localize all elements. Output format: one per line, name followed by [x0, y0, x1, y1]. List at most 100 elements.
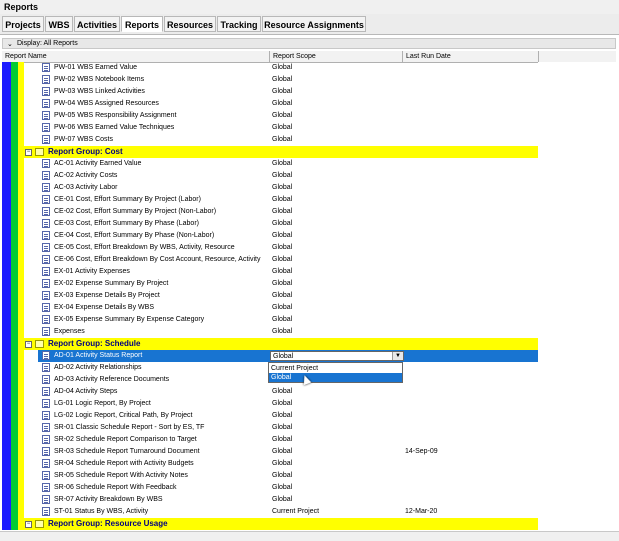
last-run-date: 14-Sep-09: [405, 448, 438, 455]
report-row[interactable]: AC-01 Activity Earned Value Global: [2, 158, 616, 170]
report-row[interactable]: SR-06 Schedule Report With Feedback Globa…: [2, 482, 616, 494]
collapse-toggle-icon[interactable]: −: [25, 341, 32, 348]
report-row[interactable]: ST-01 Status By WBS, Activity Current Pro…: [2, 506, 616, 518]
hierarchy-stripes: [2, 350, 38, 362]
report-row[interactable]: CE-03 Cost, Effort Summary By Phase (Lab…: [2, 218, 616, 230]
report-scope: Current Project: [272, 508, 320, 515]
report-icon: [42, 183, 50, 192]
tab-tracking[interactable]: Tracking: [217, 16, 261, 32]
dropdown-arrow-icon[interactable]: ▼: [392, 352, 403, 360]
report-group-name: Report Group: Cost: [48, 147, 123, 156]
report-icon: [42, 435, 50, 444]
hierarchy-stripes: [2, 98, 38, 110]
report-row[interactable]: SR-02 Schedule Report Comparison to Targ…: [2, 434, 616, 446]
window-title: Reports: [4, 2, 39, 12]
report-group-row[interactable]: − Report Group: Resource Usage: [2, 518, 616, 530]
dropdown-option-current-project[interactable]: Current Project: [269, 364, 402, 373]
stripe: [11, 254, 18, 266]
tab-projects[interactable]: Projects: [2, 16, 44, 32]
report-row[interactable]: SR-05 Schedule Report With Activity Note…: [2, 470, 616, 482]
stripe: [11, 134, 18, 146]
report-row[interactable]: PW-03 WBS Linked Activities Global: [2, 86, 616, 98]
report-scope: Global: [272, 88, 293, 95]
stripe: [11, 470, 18, 482]
report-row[interactable]: PW-07 WBS Costs Global: [2, 134, 616, 146]
report-row[interactable]: CE-06 Cost, Effort Breakdown By Cost Acc…: [2, 254, 616, 266]
report-row[interactable]: SR-04 Schedule Report with Activity Budg…: [2, 458, 616, 470]
collapse-toggle-icon[interactable]: −: [25, 149, 32, 156]
report-row[interactable]: CE-01 Cost, Effort Summary By Project (L…: [2, 194, 616, 206]
report-row[interactable]: AD-04 Activity Steps Global: [2, 386, 616, 398]
column-header-last-run-date[interactable]: Last Run Date: [403, 51, 539, 62]
report-row[interactable]: AD-01 Activity Status Report Global ▼: [2, 350, 616, 362]
report-icon: [42, 375, 50, 384]
report-row[interactable]: EX-01 Activity Expenses Global: [2, 266, 616, 278]
report-row[interactable]: PW-05 WBS Responsibility Assignment Globa…: [2, 110, 616, 122]
report-icon: [42, 243, 50, 252]
column-header-report-name[interactable]: Report Name: [2, 51, 270, 62]
report-row[interactable]: PW-04 WBS Assigned Resources Global: [2, 98, 616, 110]
report-group-icon: [35, 520, 44, 528]
chevron-down-icon[interactable]: ⌄: [7, 40, 13, 48]
stripe: [11, 422, 18, 434]
report-row[interactable]: PW-01 WBS Earned Value Global: [2, 62, 616, 74]
dropdown-option-global[interactable]: Global: [269, 373, 402, 382]
report-row[interactable]: EX-04 Expense Details By WBS Global: [2, 302, 616, 314]
report-row[interactable]: CE-02 Cost, Effort Summary By Project (N…: [2, 206, 616, 218]
stripe: [11, 182, 18, 194]
tab-activities[interactable]: Activities: [74, 16, 120, 32]
tab-resources[interactable]: Resources: [164, 16, 216, 32]
report-row[interactable]: PW-06 WBS Earned Value Techniques Global: [2, 122, 616, 134]
stripe: [18, 434, 24, 446]
hierarchy-stripes: [2, 230, 38, 242]
report-row[interactable]: EX-02 Expense Summary By Project Global: [2, 278, 616, 290]
report-name: EX-02 Expense Summary By Project: [54, 280, 169, 287]
stripe: [11, 242, 18, 254]
scope-dropdown-list[interactable]: Current Project Global: [268, 362, 403, 383]
report-row[interactable]: CE-04 Cost, Effort Summary By Phase (Non…: [2, 230, 616, 242]
report-scope: Global: [272, 280, 293, 287]
report-row[interactable]: Expenses Global: [2, 326, 616, 338]
report-row[interactable]: CE-05 Cost, Effort Breakdown By WBS, Act…: [2, 242, 616, 254]
tab-reports[interactable]: Reports: [121, 16, 163, 32]
report-row[interactable]: EX-05 Expense Summary By Expense Categor…: [2, 314, 616, 326]
report-scope: Global: [272, 328, 293, 335]
report-icon: [42, 255, 50, 264]
stripe: [2, 470, 11, 482]
report-group-row[interactable]: − Report Group: Schedule: [2, 338, 616, 350]
hierarchy-stripes: [2, 314, 38, 326]
stripe: [11, 266, 18, 278]
collapse-toggle-icon[interactable]: −: [25, 521, 32, 528]
report-icon: [42, 423, 50, 432]
report-name: SR-06 Schedule Report With Feedback: [54, 484, 177, 491]
report-scope: Global: [272, 244, 293, 251]
report-row[interactable]: EX-03 Expense Details By Project Global: [2, 290, 616, 302]
report-scope: Global: [272, 496, 293, 503]
stripe: [2, 158, 11, 170]
tab-wbs[interactable]: WBS: [45, 16, 73, 32]
report-name: SR-02 Schedule Report Comparison to Targ…: [54, 436, 197, 443]
hierarchy-stripes: [2, 482, 38, 494]
report-row[interactable]: AC-03 Activity Labor Global: [2, 182, 616, 194]
report-group-row[interactable]: − Report Group: Cost: [2, 146, 616, 158]
stripe: [18, 422, 24, 434]
stripe: [11, 158, 18, 170]
stripe: [18, 314, 24, 326]
report-row[interactable]: LG-01 Logic Report, By Project Global: [2, 398, 616, 410]
tab-resource-assignments[interactable]: Resource Assignments: [262, 16, 366, 32]
report-row[interactable]: AC-02 Activity Costs Global: [2, 170, 616, 182]
report-scope-select[interactable]: Global ▼: [270, 351, 404, 361]
hierarchy-stripes: [2, 290, 38, 302]
column-header-report-scope[interactable]: Report Scope: [270, 51, 403, 62]
display-filter-label: Display: All Reports: [17, 40, 78, 47]
stripe: [18, 194, 24, 206]
report-row[interactable]: LG-02 Logic Report, Critical Path, By Pr…: [2, 410, 616, 422]
display-filter-bar[interactable]: ⌄ Display: All Reports: [2, 38, 616, 49]
stripe: [11, 350, 18, 362]
report-row[interactable]: SR-01 Classic Schedule Report - Sort by …: [2, 422, 616, 434]
report-row[interactable]: SR-03 Schedule Report Turnaround Documen…: [2, 446, 616, 458]
stripe: [18, 206, 24, 218]
report-icon: [42, 387, 50, 396]
report-row[interactable]: PW-02 WBS Notebook Items Global: [2, 74, 616, 86]
report-row[interactable]: SR-07 Activity Breakdown By WBS Global: [2, 494, 616, 506]
